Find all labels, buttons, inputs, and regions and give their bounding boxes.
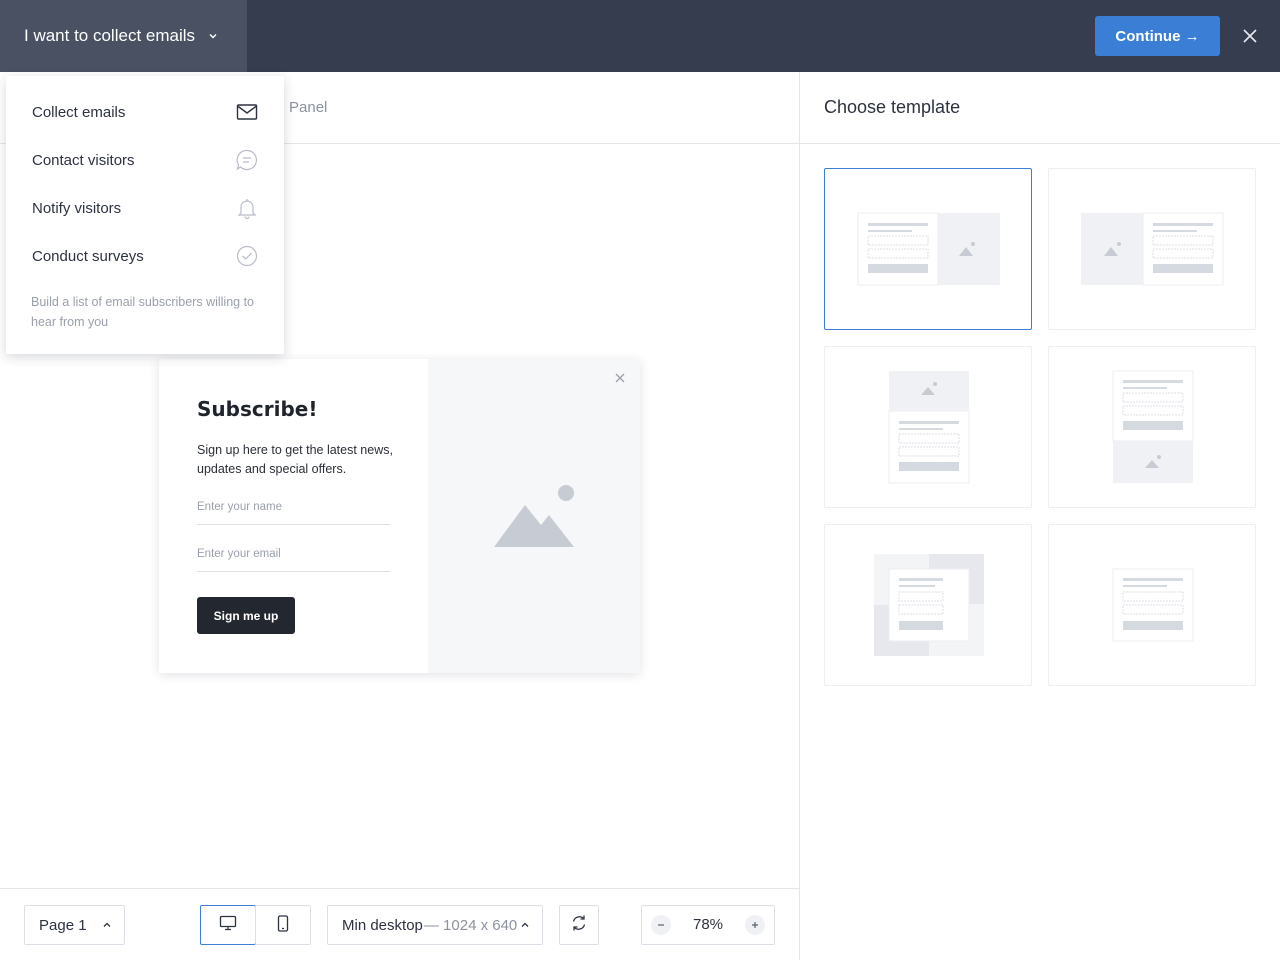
email-field[interactable]: Enter your email [197,540,390,572]
template-card-form-left-image-right[interactable] [824,168,1032,330]
continue-button[interactable]: Continue → [1095,16,1220,56]
desktop-icon [219,915,237,935]
tab-panel[interactable]: Panel [289,99,327,116]
zoom-in-icon[interactable] [745,915,765,935]
template-card-image-top-form-bottom[interactable] [824,346,1032,508]
rotate-button[interactable] [559,905,599,945]
popup-preview: Subscribe! Sign up here to get the lates… [159,359,640,673]
resolution-dimensions: — 1024 x 640 [423,916,518,934]
template-thumbnail [888,371,970,484]
page-select-label: Page 1 [39,916,87,934]
goal-dropdown-label: I want to collect emails [24,26,196,45]
menu-item-notify-visitors[interactable]: Notify visitors [6,184,284,232]
popup-close-icon[interactable] [614,371,626,383]
chevron-up-icon [520,920,530,930]
chevron-down-icon [207,30,219,42]
template-thumbnail [1112,568,1194,642]
menu-description: Build a list of email subscribers willin… [31,295,255,329]
resolution-select[interactable]: Min desktop — 1024 x 640 [327,905,543,945]
rotate-icon [570,914,588,936]
template-panel-title: Choose template [800,72,1280,144]
sign-me-up-button[interactable]: Sign me up [197,597,295,634]
chevron-up-icon [102,920,112,930]
template-card-form-top-image-bottom[interactable] [1048,346,1256,508]
close-icon[interactable] [1240,26,1260,46]
mobile-view-button[interactable] [255,905,311,945]
template-card-form-over-background[interactable] [824,524,1032,686]
template-thumbnail [1112,370,1194,483]
top-bar: I want to collect emails Continue → [0,0,1280,72]
mobile-icon [277,914,289,936]
image-placeholder-icon [493,484,575,553]
menu-item-conduct-surveys[interactable]: Conduct surveys [6,232,284,280]
template-panel: Choose template [800,72,1280,960]
desktop-view-button[interactable] [200,905,256,945]
menu-item-contact-visitors[interactable]: Contact visitors [6,136,284,184]
page-select[interactable]: Page 1 [24,905,125,945]
popup-title: Subscribe! [197,397,318,421]
template-card-image-left-form-right[interactable] [1048,168,1256,330]
zoom-control: 78% [641,905,775,945]
template-thumbnail [874,554,984,656]
menu-item-collect-emails[interactable]: Collect emails [6,88,284,136]
bottom-toolbar: Page 1 Min desktop — 1024 x 640 78% [0,888,800,960]
goal-dropdown[interactable]: I want to collect emails [0,0,247,72]
template-thumbnail [1081,212,1224,286]
popup-image [428,359,640,673]
zoom-out-icon[interactable] [651,915,671,935]
name-field[interactable]: Enter your name [197,493,390,525]
menu-item-label: Contact visitors [32,151,135,169]
template-thumbnail [857,212,1000,286]
check-circle-icon [236,245,258,267]
goal-dropdown-menu: Collect emails Contact visitors Notify v… [6,76,284,354]
menu-item-label: Conduct surveys [32,247,144,265]
menu-item-label: Collect emails [32,103,126,121]
bell-icon [236,197,258,219]
template-card-form-only[interactable] [1048,524,1256,686]
menu-item-label: Notify visitors [32,199,122,217]
chat-bubble-icon [236,149,258,171]
zoom-level: 78% [692,916,724,933]
popup-description: Sign up here to get the latest news, upd… [197,443,393,476]
envelope-icon [236,101,258,123]
resolution-label: Min desktop [342,916,423,934]
popup-form: Subscribe! Sign up here to get the lates… [159,359,428,673]
